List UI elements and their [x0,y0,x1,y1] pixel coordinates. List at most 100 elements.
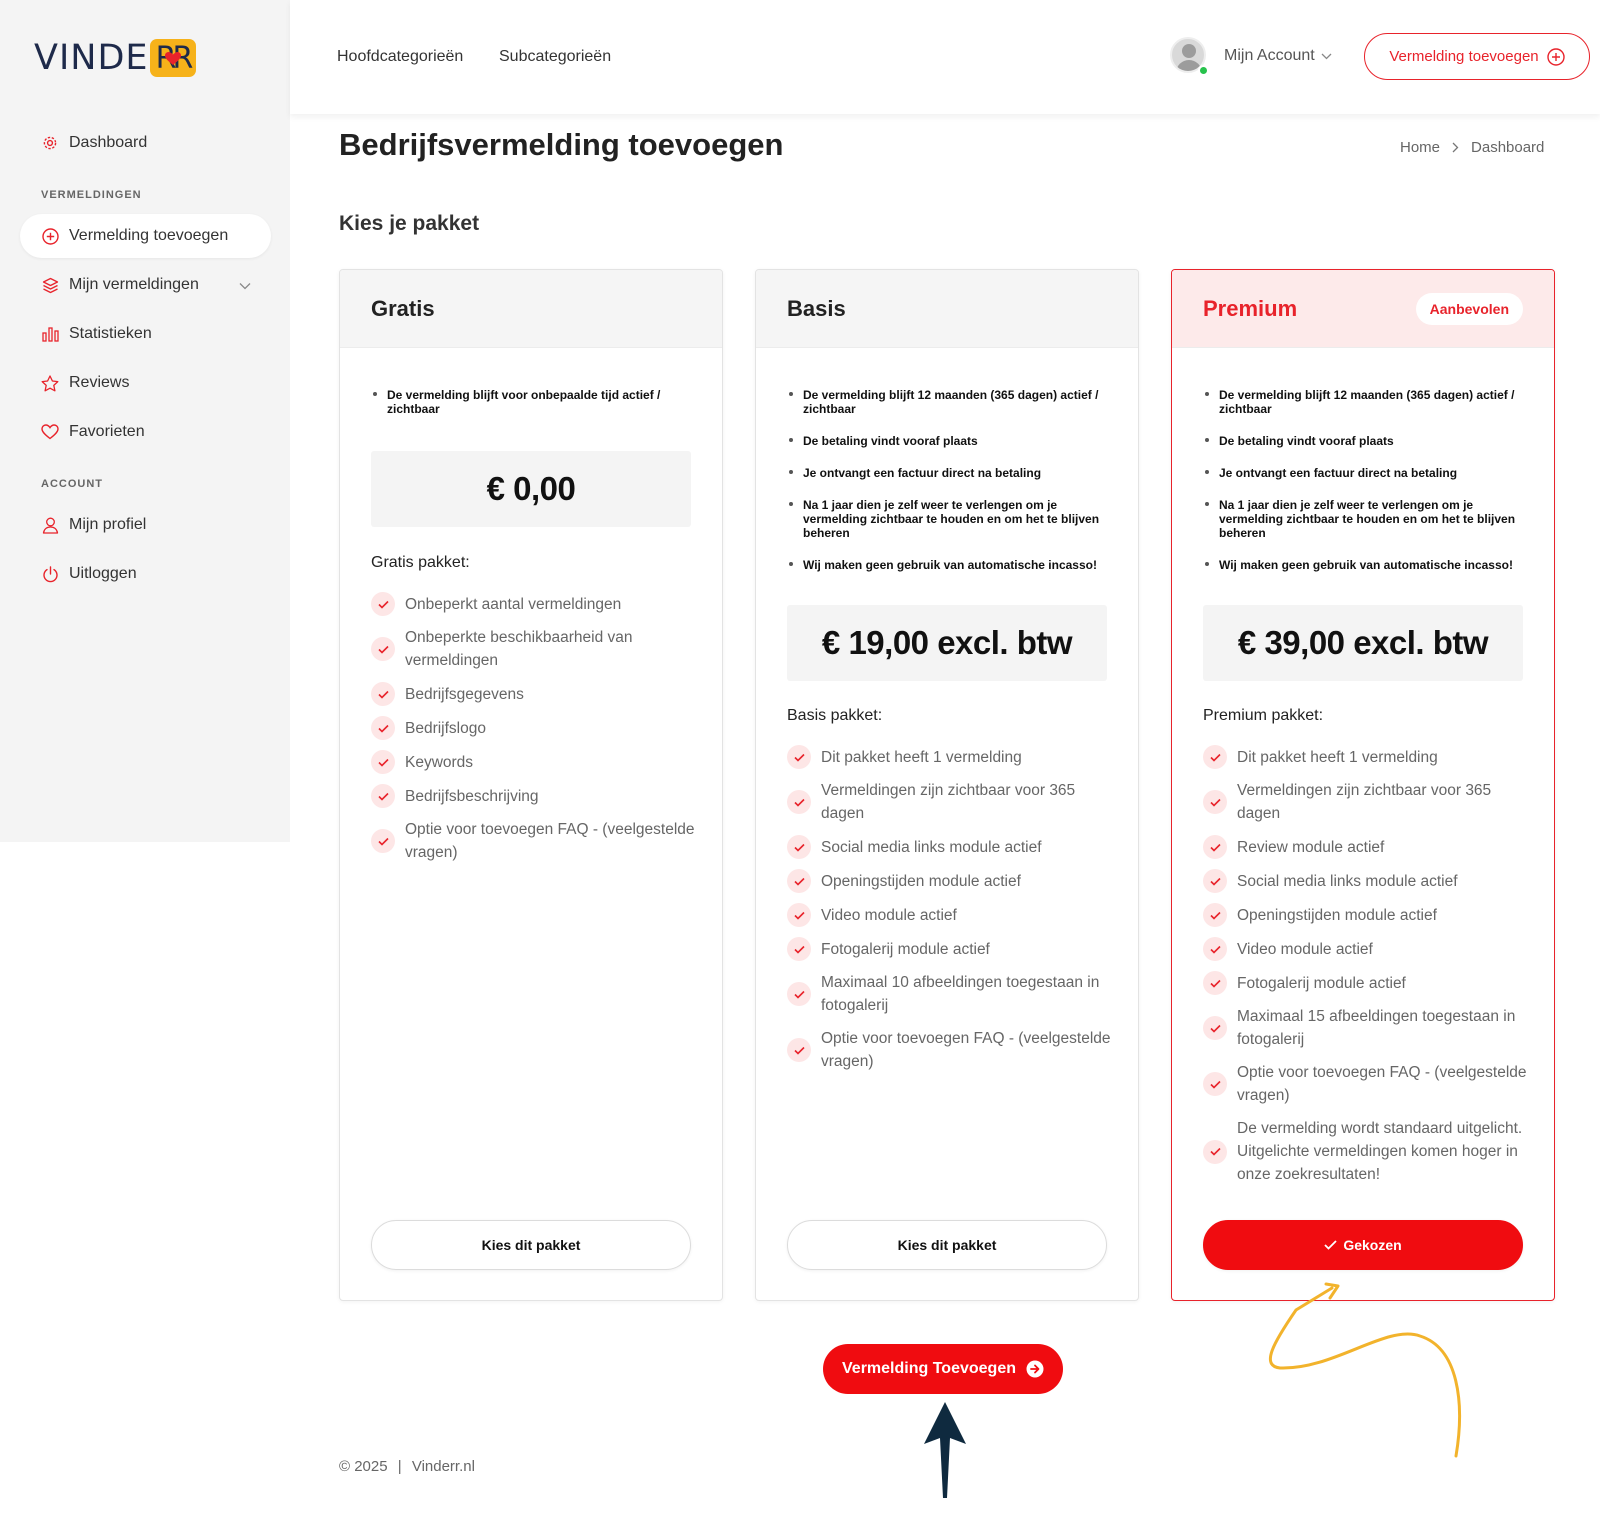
check-icon [371,592,395,616]
check-icon [1203,937,1227,961]
list-item: Onbeperkte beschikbaarheid van vermeldin… [371,626,701,672]
plan-name: Basis [787,296,846,321]
plan-intro-item: De betaling vindt vooraf plaats [1203,434,1533,448]
annotation-curved-arrow-icon [1268,1282,1461,1458]
plan-intro-item: Wij maken geen gebruik van automatische … [1203,558,1533,572]
list-item: Vermeldingen zijn zichtbaar voor 365 dag… [787,779,1117,825]
star-icon [40,373,60,393]
list-item: Optie voor toevoegen FAQ - (veelgestelde… [371,818,701,864]
check-icon [371,637,395,661]
sidebar-item-label: Favorieten [69,423,145,440]
sidebar-item-add-listing[interactable]: Vermelding toevoegen [20,214,271,258]
brand-logo[interactable]: VINDE RR [34,38,196,78]
sidebar-item-label: Reviews [69,374,130,391]
sidebar-item-my-listings[interactable]: Mijn vermeldingen [20,263,271,307]
footer-separator: | [397,1458,402,1475]
add-listing-button[interactable]: Vermelding toevoegen [1364,33,1590,80]
plan-intro-item: Je ontvangt een factuur direct na betali… [787,466,1117,480]
list-item: De vermelding wordt standaard uitgelicht… [1203,1117,1533,1186]
sidebar-item-label: Dashboard [69,134,148,151]
arrow-right-circle-icon [1026,1360,1044,1378]
list-item: Bedrijfsgegevens [371,682,701,706]
breadcrumb-home[interactable]: Home [1400,139,1440,156]
choose-plan-basis-button[interactable]: Kies dit pakket [787,1220,1107,1270]
plan-intro-list: De vermelding blijft 12 maanden (365 dag… [787,388,1117,590]
list-item: Openingstijden module actief [1203,903,1533,927]
check-icon [371,682,395,706]
add-listing-submit-button[interactable]: Vermelding Toevoegen [823,1344,1063,1394]
sidebar-item-logout[interactable]: Uitloggen [20,552,271,596]
brand-name: VINDE [34,38,149,78]
plan-price: € 19,00 excl. btw [787,605,1107,681]
brand-mark-icon: RR [149,39,196,77]
sidebar-item-statistics[interactable]: Statistieken [20,312,271,356]
list-item: Bedrijfslogo [371,716,701,740]
breadcrumb-dashboard[interactable]: Dashboard [1471,139,1544,156]
section-title: Kies je pakket [339,212,480,235]
nav-main-categories[interactable]: Hoofdcategorieën [337,48,463,66]
plan-intro-item: Na 1 jaar dien je zelf weer te verlengen… [787,498,1117,540]
plan-name: Gratis [371,296,435,321]
sidebar-item-favorites[interactable]: Favorieten [20,410,271,454]
add-listing-button-label: Vermelding toevoegen [1389,48,1539,65]
check-icon [787,903,811,927]
footer-copyright: © 2025 [339,1458,388,1475]
chosen-plan-label: Gekozen [1343,1237,1402,1253]
plan-package-title: Basis pakket: [787,707,883,724]
list-item: Maximaal 15 afbeeldingen toegestaan in f… [1203,1005,1533,1051]
plan-name: Premium [1203,296,1298,321]
check-icon [787,790,811,814]
plan-intro-item: De vermelding blijft 12 maanden (365 dag… [787,388,1117,416]
plus-circle-icon [40,226,60,246]
check-icon [787,869,811,893]
list-item: Social media links module actief [787,835,1117,859]
chosen-plan-premium-button[interactable]: Gekozen [1203,1220,1523,1270]
sidebar-item-label: Uitloggen [69,565,137,582]
list-item: Dit pakket heeft 1 vermelding [787,745,1117,769]
gear-icon [40,133,60,153]
page-title: Bedrijfsvermelding toevoegen [339,127,784,162]
check-icon [787,1038,811,1062]
sidebar-item-my-profile[interactable]: Mijn profiel [20,503,271,547]
footer-site-link[interactable]: Vinderr.nl [412,1458,475,1475]
check-icon [1203,1072,1227,1096]
plan-intro-item: Je ontvangt een factuur direct na betali… [1203,466,1533,480]
plan-card-premium: Premium Aanbevolen De vermelding blijft … [1171,269,1555,1301]
check-icon [1203,790,1227,814]
check-icon [1203,745,1227,769]
user-icon [40,515,60,535]
account-menu[interactable]: Mijn Account [1224,47,1332,65]
power-icon [40,564,60,584]
sidebar-item-reviews[interactable]: Reviews [20,361,271,405]
check-icon [1203,1139,1227,1164]
sidebar-item-dashboard[interactable]: Dashboard [20,121,271,165]
check-icon [371,784,395,808]
heart-icon [40,422,60,442]
plan-card-header: Premium Aanbevolen [1172,270,1554,348]
sidebar-item-label: Mijn profiel [69,516,147,533]
check-icon [371,750,395,774]
plan-feature-list: Dit pakket heeft 1 vermelding Vermelding… [1203,745,1533,1196]
list-item: Onbeperkt aantal vermeldingen [371,592,701,616]
list-item: Vermeldingen zijn zichtbaar voor 365 dag… [1203,779,1533,825]
plan-intro-item: De vermelding blijft 12 maanden (365 dag… [1203,388,1533,416]
list-item: Optie voor toevoegen FAQ - (veelgestelde… [1203,1061,1533,1107]
chevron-down-icon [239,277,251,295]
choose-plan-gratis-button[interactable]: Kies dit pakket [371,1220,691,1270]
sidebar-item-label: Vermelding toevoegen [69,227,229,244]
plan-intro-item: De vermelding blijft voor onbepaalde tij… [371,388,701,416]
plan-card-header: Gratis [340,270,722,348]
plan-card-basis: Basis De vermelding blijft 12 maanden (3… [755,269,1139,1301]
annotation-up-arrow-icon [924,1402,966,1498]
sidebar: VINDE RR Dashboard VERMELDINGEN Vermeldi… [0,0,290,842]
plan-price: € 39,00 excl. btw [1203,605,1523,681]
sidebar-item-label: Statistieken [69,325,152,342]
plan-intro-list: De vermelding blijft 12 maanden (365 dag… [1203,388,1533,590]
plan-card-gratis: Gratis De vermelding blijft voor onbepaa… [339,269,723,1301]
check-icon [787,937,811,961]
nav-subcategories[interactable]: Subcategorieën [499,48,611,66]
check-icon [1203,903,1227,927]
list-item: Review module actief [1203,835,1533,859]
plan-intro-item: Na 1 jaar dien je zelf weer te verlengen… [1203,498,1533,540]
plan-intro-list: De vermelding blijft voor onbepaalde tij… [371,388,701,434]
